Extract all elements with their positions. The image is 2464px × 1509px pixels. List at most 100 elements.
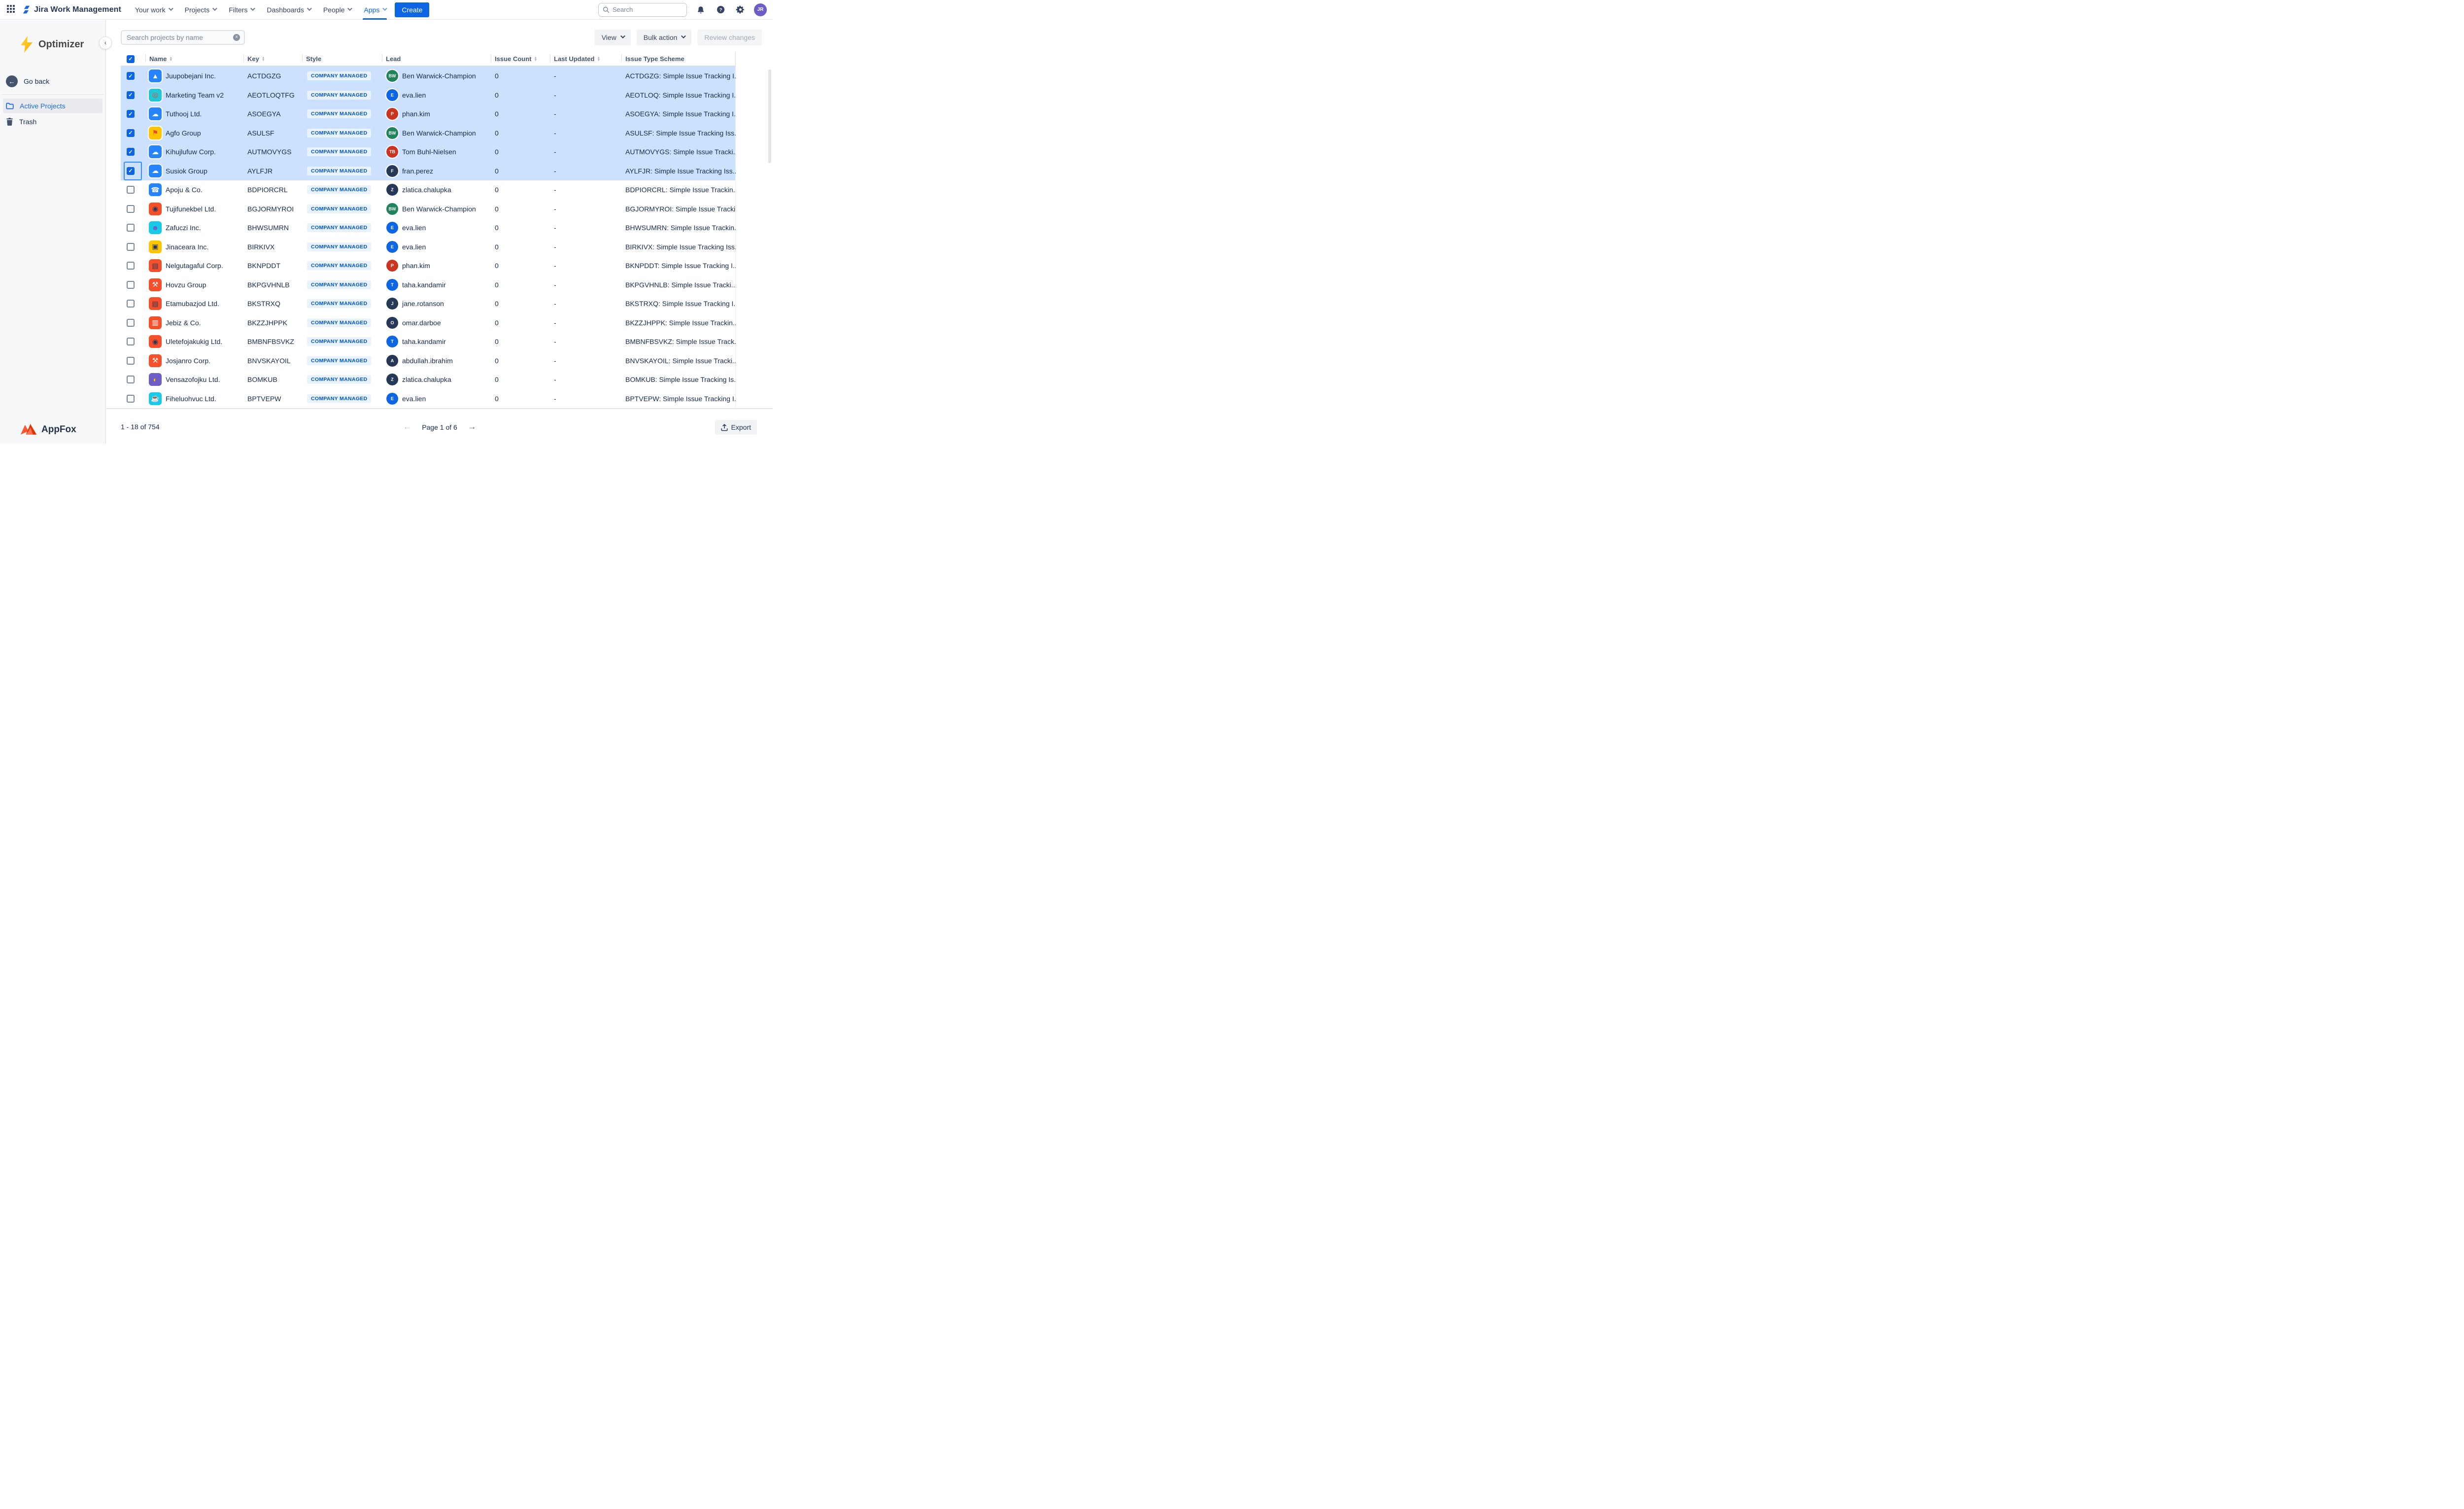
project-name: Kihujlufuw Corp. bbox=[166, 148, 216, 156]
sort-arrows-icon[interactable]: ▲▼ bbox=[169, 57, 172, 62]
table-row[interactable]: ◐Vensazofojku Ltd. BOMKUB COMPANY MANAGE… bbox=[121, 370, 735, 389]
table-row[interactable]: ✓ ☁Susiok Group AYLFJR COMPANY MANAGED F… bbox=[121, 162, 735, 181]
row-checkbox[interactable]: ✓ bbox=[127, 148, 135, 156]
table-row[interactable]: ☎Apoju & Co. BDPIORCRL COMPANY MANAGED Z… bbox=[121, 180, 735, 200]
lightning-bolt-icon bbox=[20, 36, 34, 53]
sidebar-collapse-button[interactable]: ‹ bbox=[99, 36, 112, 49]
go-back-button[interactable]: ← Go back bbox=[6, 75, 105, 87]
table-row[interactable]: ▥Jebiz & Co. BKZZJHPPK COMPANY MANAGED O… bbox=[121, 313, 735, 333]
next-page-arrow-icon[interactable]: → bbox=[468, 423, 476, 432]
bulk-action-button[interactable]: Bulk action bbox=[637, 30, 691, 45]
nav-item-projects[interactable]: Projects bbox=[185, 0, 216, 20]
project-icon: ▲ bbox=[149, 69, 162, 82]
sort-arrows-icon[interactable]: ▲▼ bbox=[262, 57, 265, 62]
export-icon bbox=[721, 424, 728, 431]
style-badge: COMPANY MANAGED bbox=[307, 394, 371, 403]
sort-arrows-icon[interactable]: ▲▼ bbox=[534, 57, 537, 62]
table-row[interactable]: ⚒Josjanro Corp. BNVSKAYOIL COMPANY MANAG… bbox=[121, 351, 735, 371]
row-checkbox[interactable]: ✓ bbox=[127, 72, 135, 80]
help-icon[interactable]: ? bbox=[715, 4, 726, 16]
nav-item-filters[interactable]: Filters bbox=[229, 0, 254, 20]
row-checkbox[interactable] bbox=[127, 224, 135, 232]
table-row[interactable]: ✓ ◎Marketing Team v2 AEOTLOQTFG COMPANY … bbox=[121, 86, 735, 105]
chevron-down-icon bbox=[250, 6, 255, 11]
row-checkbox[interactable] bbox=[127, 186, 135, 194]
notifications-icon[interactable] bbox=[695, 4, 707, 16]
row-checkbox[interactable]: ✓ bbox=[127, 129, 135, 137]
issue-count: 0 bbox=[491, 218, 550, 238]
global-search-input[interactable] bbox=[613, 6, 672, 13]
table-row[interactable]: ✓ ⚑Agfo Group ASULSF COMPANY MANAGED BWB… bbox=[121, 124, 735, 143]
project-icon: ☻ bbox=[149, 221, 162, 234]
row-checkbox[interactable] bbox=[127, 262, 135, 270]
prev-page-arrow-icon[interactable]: ← bbox=[403, 423, 411, 432]
table-row[interactable]: ▤Etamubazjod Ltd. BKSTRXQ COMPANY MANAGE… bbox=[121, 294, 735, 313]
row-checkbox[interactable] bbox=[127, 243, 135, 251]
column-header-last-updated[interactable]: Last Updated▲▼ bbox=[550, 52, 621, 66]
last-updated: - bbox=[550, 351, 621, 371]
create-button[interactable]: Create bbox=[395, 2, 429, 17]
row-checkbox[interactable] bbox=[127, 319, 135, 327]
project-search[interactable]: × bbox=[121, 30, 245, 45]
jira-brand[interactable]: Jira Work Management bbox=[22, 5, 121, 14]
row-checkbox[interactable] bbox=[127, 205, 135, 213]
sidebar-item-active-projects[interactable]: Active Projects bbox=[3, 99, 103, 113]
row-checkbox[interactable] bbox=[127, 338, 135, 345]
chevron-down-icon bbox=[212, 6, 217, 11]
scrollbar-thumb[interactable] bbox=[768, 69, 771, 163]
select-all-checkbox[interactable]: ✓ bbox=[127, 55, 135, 63]
table-row[interactable]: ▣Jinaceara Inc. BIRKIVX COMPANY MANAGED … bbox=[121, 238, 735, 257]
global-search[interactable] bbox=[598, 3, 687, 17]
nav-item-your-work[interactable]: Your work bbox=[135, 0, 172, 20]
column-header-key[interactable]: Key▲▼ bbox=[243, 52, 302, 66]
row-checkbox[interactable]: ✓ bbox=[127, 91, 135, 99]
nav-item-people[interactable]: People bbox=[323, 0, 351, 20]
nav-item-apps[interactable]: Apps bbox=[364, 0, 386, 20]
row-checkbox[interactable] bbox=[127, 281, 135, 289]
sidebar-item-trash[interactable]: Trash bbox=[3, 114, 103, 129]
lead-name: eva.lien bbox=[402, 395, 426, 403]
app-switcher-icon[interactable] bbox=[7, 5, 17, 15]
lead-name: fran.perez bbox=[402, 167, 433, 175]
project-key: BKZZJHPPK bbox=[243, 313, 302, 333]
table-row[interactable]: ✓ ☁Tuthooj Ltd. ASOEGYA COMPANY MANAGED … bbox=[121, 104, 735, 124]
settings-gear-icon[interactable] bbox=[734, 4, 746, 16]
table-row[interactable]: ☻Zafuczi Inc. BHWSUMRN COMPANY MANAGED E… bbox=[121, 218, 735, 238]
column-header-name[interactable]: Name▲▼ bbox=[145, 52, 243, 66]
nav-item-dashboards[interactable]: Dashboards bbox=[267, 0, 310, 20]
header-select-all-cell[interactable]: ✓ bbox=[121, 52, 145, 66]
last-updated: - bbox=[550, 332, 621, 351]
last-updated: - bbox=[550, 200, 621, 219]
view-button[interactable]: View bbox=[595, 30, 631, 45]
clear-search-icon[interactable]: × bbox=[233, 34, 240, 41]
table-row[interactable]: ⚒Hovzu Group BKPGVHNLB COMPANY MANAGED T… bbox=[121, 275, 735, 295]
lead-name: abdullah.ibrahim bbox=[402, 357, 453, 365]
row-checkbox[interactable]: ✓ bbox=[127, 110, 135, 118]
lead-avatar: T bbox=[386, 279, 398, 291]
project-search-input[interactable] bbox=[127, 34, 233, 41]
project-key: AEOTLOQTFG bbox=[243, 86, 302, 105]
project-name: Susiok Group bbox=[166, 167, 207, 175]
sort-arrows-icon[interactable]: ▲▼ bbox=[597, 57, 600, 62]
row-checkbox[interactable] bbox=[127, 376, 135, 383]
table-row[interactable]: ◉Uletefojakukig Ltd. BMBNFBSVKZ COMPANY … bbox=[121, 332, 735, 351]
row-checkbox[interactable] bbox=[127, 357, 135, 365]
app-title: Jira Work Management bbox=[34, 5, 121, 14]
table-row[interactable]: ✓ ☁Kihujlufuw Corp. AUTMOVYGS COMPANY MA… bbox=[121, 142, 735, 162]
table-row[interactable]: ☕Fiheluohvuc Ltd. BPTVEPW COMPANY MANAGE… bbox=[121, 389, 735, 409]
issue-count: 0 bbox=[491, 86, 550, 105]
column-header-issue-count[interactable]: Issue Count▲▼ bbox=[491, 52, 550, 66]
table-row[interactable]: ✓ ▲Juupobejani Inc. ACTDGZG COMPANY MANA… bbox=[121, 67, 735, 86]
lead-name: taha.kandamir bbox=[402, 338, 446, 345]
table-row[interactable]: ▤Nelgutagaful Corp. BKNPDDT COMPANY MANA… bbox=[121, 256, 735, 275]
export-button[interactable]: Export bbox=[715, 420, 757, 435]
user-avatar[interactable]: JR bbox=[754, 3, 767, 16]
row-checkbox[interactable]: ✓ bbox=[127, 167, 135, 175]
row-checkbox[interactable] bbox=[127, 395, 135, 403]
review-changes-button[interactable]: Review changes bbox=[697, 30, 762, 45]
table-row[interactable]: ◉Tujifunekbel Ltd. BGJORMYROI COMPANY MA… bbox=[121, 200, 735, 219]
last-updated: - bbox=[550, 162, 621, 181]
row-checkbox[interactable] bbox=[127, 300, 135, 308]
issue-type-scheme: BDPIORCRL: Simple Issue Trackin... bbox=[621, 180, 736, 200]
project-name: Agfo Group bbox=[166, 129, 201, 137]
